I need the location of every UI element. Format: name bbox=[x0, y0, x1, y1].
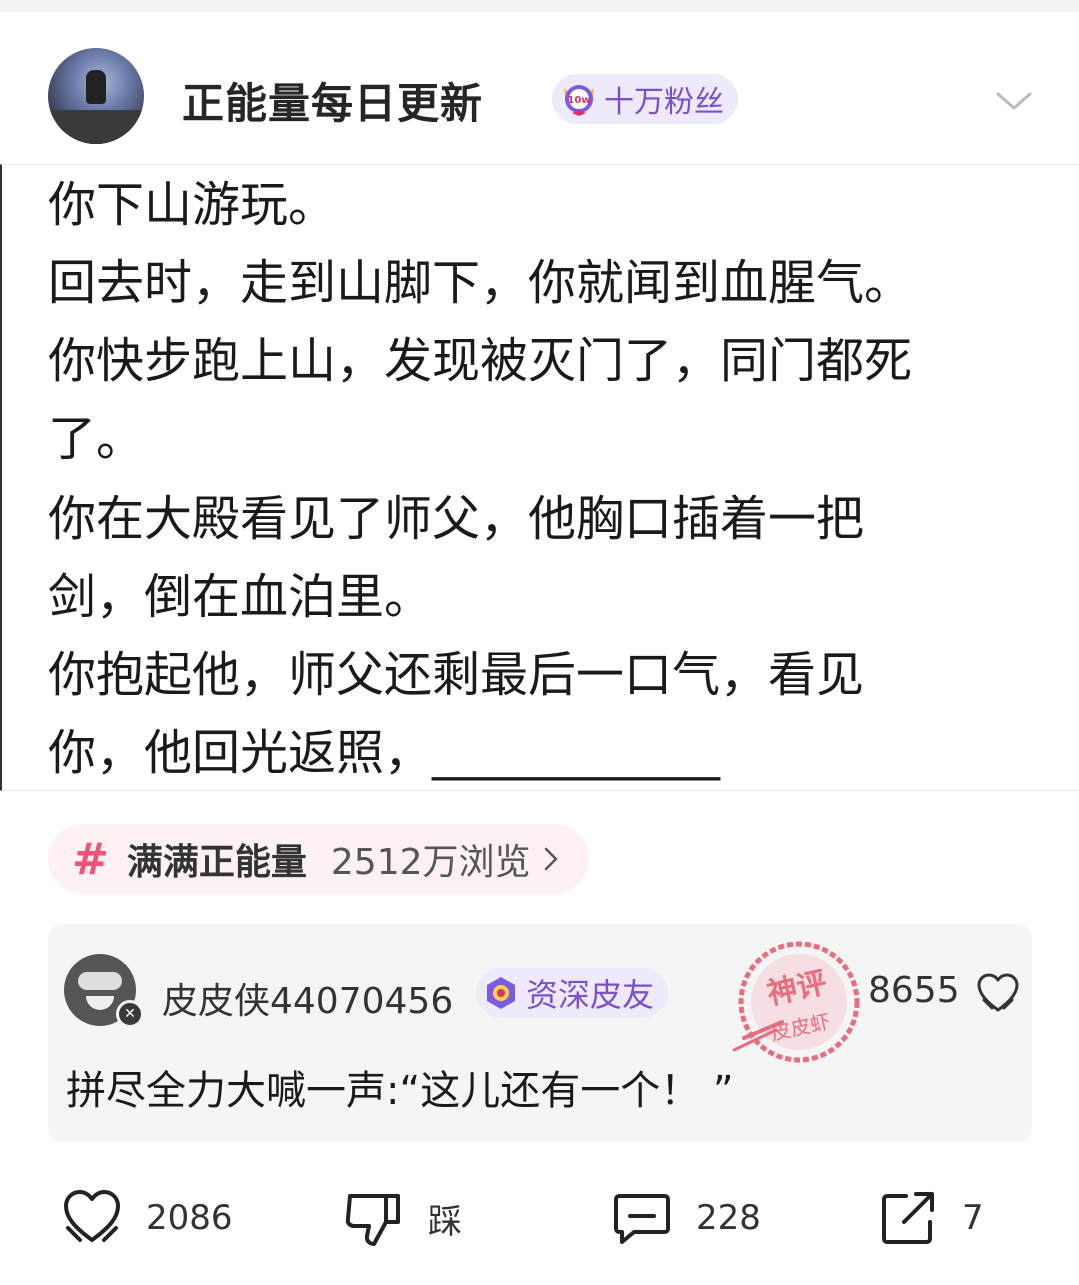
content-line: 你下山游玩。 bbox=[48, 177, 337, 233]
content-line: 你在大殿看见了师父，他胸口插着一把 bbox=[48, 491, 865, 547]
post-header: 正能量每日更新 10w 十万粉丝 bbox=[0, 12, 1079, 164]
author-avatar[interactable] bbox=[48, 48, 144, 144]
content-line: 剑，倒在血泊里。 bbox=[48, 569, 433, 625]
topic-views: 2512万浏览 bbox=[330, 842, 531, 883]
topic-name: 满满正能量 bbox=[126, 842, 307, 883]
fan-badge-label: 十万粉丝 bbox=[604, 85, 724, 120]
heart-icon bbox=[64, 1190, 120, 1242]
medal-icon bbox=[487, 977, 515, 1009]
comment-text: 拼尽全力大喊一声:“这儿还有一个！ ” bbox=[66, 1068, 734, 1114]
like-count: 2086 bbox=[146, 1198, 233, 1238]
content-line: 你快步跑上山，发现被灭门了，同门都死 bbox=[48, 333, 913, 389]
comment-count: 228 bbox=[696, 1198, 761, 1238]
chevron-down-icon[interactable] bbox=[996, 90, 1032, 114]
hot-comment-stamp-icon: 神评 皮皮虾 bbox=[732, 941, 860, 1063]
top-comment[interactable]: ✕ 皮皮侠44070456 资深皮友 神评 皮皮虾 8655 拼尽全力大喊一声:… bbox=[48, 924, 1032, 1142]
commenter-badge[interactable]: 资深皮友 bbox=[476, 968, 669, 1018]
topic-tag[interactable]: # 满满正能量 2512万浏览 bbox=[48, 824, 589, 894]
share-button[interactable]: 7 bbox=[876, 1178, 984, 1258]
content-line: 你抱起他，师父还剩最后一口气，看见 bbox=[48, 647, 865, 703]
like-button[interactable]: 2086 bbox=[60, 1178, 233, 1258]
comment-icon bbox=[614, 1194, 670, 1244]
close-icon: ✕ bbox=[116, 1000, 144, 1028]
dislike-label: 踩 bbox=[428, 1201, 462, 1242]
medal-text: 10w bbox=[567, 95, 590, 106]
content-line: 回去时，走到山脚下，你就闻到血腥气。 bbox=[48, 255, 913, 311]
heart-icon[interactable] bbox=[976, 972, 1020, 1014]
content-line: 了。 bbox=[48, 411, 145, 467]
action-bar: 2086 踩 228 7 bbox=[0, 1178, 1079, 1268]
author-name[interactable]: 正能量每日更新 bbox=[182, 70, 483, 131]
content-line: 你，他回光返照，____________ bbox=[48, 725, 721, 781]
thumbs-down-icon bbox=[345, 1194, 400, 1246]
status-strip bbox=[0, 0, 1079, 12]
dislike-button[interactable]: 踩 bbox=[342, 1178, 462, 1258]
share-icon bbox=[882, 1192, 934, 1244]
hashtag-icon: # bbox=[72, 833, 109, 885]
share-count: 7 bbox=[962, 1198, 984, 1238]
medal-icon: 10w bbox=[564, 85, 594, 116]
chevron-right-icon bbox=[544, 847, 557, 871]
comment-button[interactable]: 228 bbox=[610, 1178, 761, 1258]
commenter-badge-label: 资深皮友 bbox=[526, 976, 655, 1014]
fan-badge[interactable]: 10w 十万粉丝 bbox=[552, 74, 738, 124]
comment-like-count: 8655 bbox=[868, 970, 960, 1011]
post-content: 你下山游玩。 回去时，走到山脚下，你就闻到血腥气。 你快步跑上山，发现被灭门了，… bbox=[0, 164, 1079, 791]
commenter-name[interactable]: 皮皮侠44070456 bbox=[162, 972, 453, 1024]
